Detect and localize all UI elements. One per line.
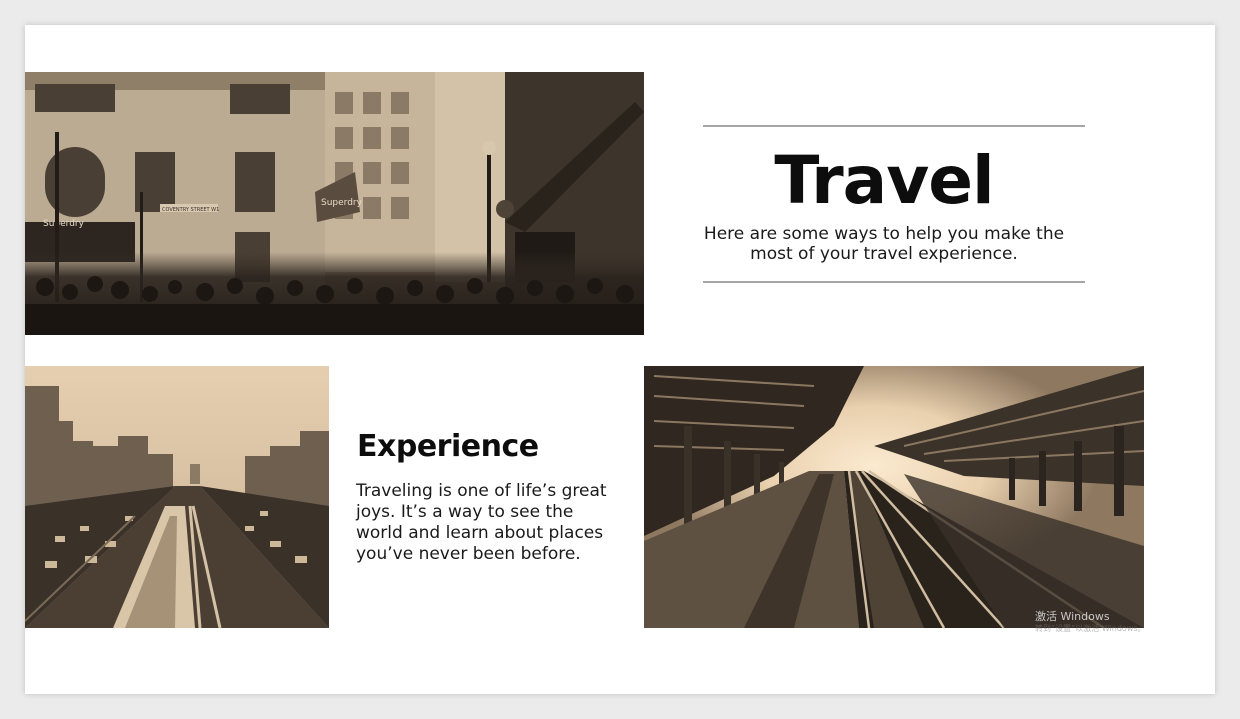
experience-line: you’ve never been before. xyxy=(356,544,581,564)
train-station-photo xyxy=(644,366,1144,628)
experience-line: joys. It’s a way to see the xyxy=(356,502,574,522)
street-name-sign: COVENTRY STREET W1 xyxy=(162,207,219,213)
subtitle-line: most of your travel experience. xyxy=(750,244,1018,264)
subtitle-line: Here are some ways to help you make the xyxy=(703,224,1065,244)
experience-line: Traveling is one of life’s great xyxy=(356,481,607,501)
watermark-title: 激活 Windows xyxy=(1035,610,1110,623)
slide-title: Travel xyxy=(774,142,994,219)
presentation-slide: Superdry COVENTRY STREET W1 Superdry Tra… xyxy=(25,25,1215,694)
svg-text:Superdry: Superdry xyxy=(321,198,363,208)
title-bottom-divider xyxy=(703,281,1085,283)
street-crowd-photo: Superdry COVENTRY STREET W1 Superdry xyxy=(25,72,644,335)
slide-subtitle: Here are some ways to help you make the … xyxy=(703,224,1065,264)
watermark-subtitle: 转到“设置”以激活 Windows。 xyxy=(1035,624,1146,633)
windows-activation-watermark: 激活 Windows 转到“设置”以激活 Windows。 xyxy=(1035,610,1146,634)
title-top-divider xyxy=(703,125,1085,127)
experience-heading: Experience xyxy=(357,429,539,464)
experience-line: world and learn about places xyxy=(356,523,604,543)
experience-body: Traveling is one of life’s great joys. I… xyxy=(356,481,636,565)
street-sign-label: Superdry xyxy=(43,219,85,229)
highway-train-photo xyxy=(25,366,329,628)
